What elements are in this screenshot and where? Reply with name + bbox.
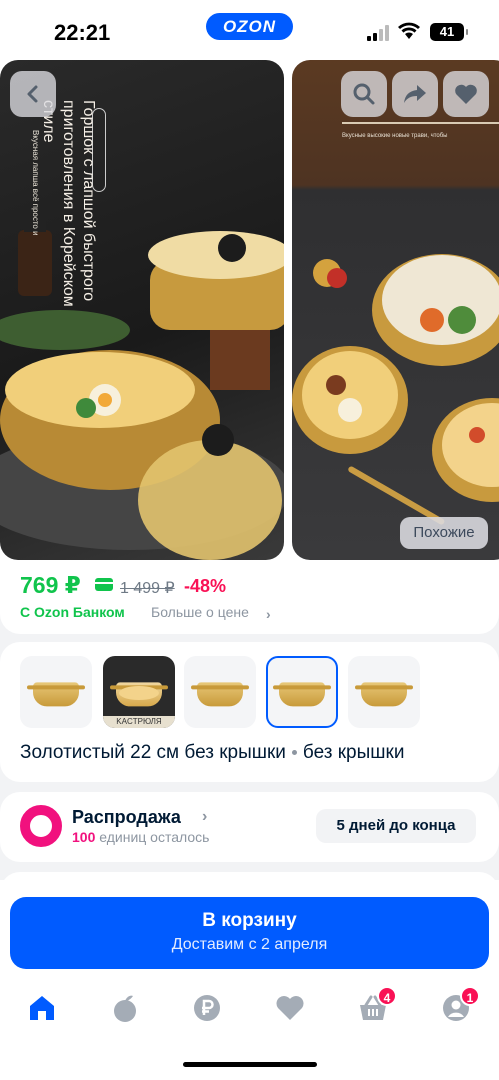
favorite-button[interactable] <box>443 71 489 117</box>
variant-thumb-selected[interactable] <box>266 656 338 728</box>
pot-image <box>273 682 331 707</box>
variant-title: Золотистый 22 см без крышки без крышки <box>20 742 404 764</box>
share-icon <box>404 85 426 103</box>
profile-count-badge: 1 <box>460 986 480 1006</box>
product-gallery[interactable]: Горшок с лапшой быстрого приготовления в… <box>0 58 499 562</box>
pot-image <box>191 682 249 707</box>
thumb-label: KACTPЮЛЯ <box>103 716 175 728</box>
tab-cart[interactable]: 4 <box>355 986 397 1026</box>
tab-profile[interactable]: 1 <box>438 986 480 1026</box>
noodle-image <box>119 686 159 701</box>
sale-card[interactable]: Распродажа › 100 единиц осталось 5 дней … <box>0 792 499 862</box>
product-image-second[interactable]: Вкусные высокие новые трави, чтобы Похож… <box>292 60 499 560</box>
delivery-date: Доставим с 2 апреля <box>171 936 328 953</box>
chevron-left-icon <box>27 85 38 103</box>
tab-fresh[interactable] <box>107 990 143 1026</box>
variant-thumb-3[interactable] <box>184 656 256 728</box>
variant-name: Золотистый 22 см без крышки <box>20 742 286 763</box>
pot-image <box>355 682 413 707</box>
similar-button[interactable]: Похожие <box>400 517 488 549</box>
price-current: 769 ₽ <box>20 572 81 598</box>
sale-timer-badge: 5 дней до конца <box>316 809 476 843</box>
ruble-icon <box>194 995 220 1021</box>
add-to-cart-button[interactable]: В корзину Доставим с 2 апреля <box>10 897 489 969</box>
tab-favorites[interactable] <box>272 990 308 1026</box>
fresh-icon <box>114 995 136 1022</box>
sale-count: 100 <box>72 829 96 845</box>
status-time: 22:21 <box>54 20 111 45</box>
pot-image <box>27 682 85 707</box>
battery-indicator: 41 <box>430 23 468 41</box>
search-button[interactable] <box>341 71 387 117</box>
variant-thumb-1[interactable] <box>20 656 92 728</box>
ozon-card-icon <box>95 578 113 591</box>
share-button[interactable] <box>392 71 438 117</box>
signal-icon <box>367 25 389 41</box>
price-old: 1 499 ₽ <box>120 580 175 597</box>
price-card: 769 ₽ 1 499 ₽ -48% С Ozon Банком Больше … <box>0 562 499 634</box>
variant-thumb-2[interactable]: KACTPЮЛЯ <box>103 656 175 728</box>
sale-title: Распродажа <box>72 807 181 827</box>
variant-thumb-5[interactable] <box>348 656 420 728</box>
sale-remaining: 100 единиц осталось <box>72 829 209 845</box>
wifi-icon <box>398 22 420 39</box>
product-photo-bowls <box>292 254 499 525</box>
status-bar: 22:21 OZON 41 <box>0 0 499 58</box>
image-title: Горшок с лапшой быстрого приготовления в… <box>40 100 97 307</box>
image-note: Вкусная лапша всё просто и <box>31 130 40 236</box>
back-button[interactable] <box>10 71 56 117</box>
home-icon <box>30 996 54 1020</box>
search-icon <box>353 83 375 105</box>
chevron-right-icon: › <box>266 606 271 622</box>
bottom-tab-bar: 4 1 <box>0 980 499 1040</box>
tab-home[interactable] <box>24 990 60 1026</box>
more-about-price-link[interactable]: Больше о цене <box>151 604 249 620</box>
chevron-right-icon: › <box>202 808 208 825</box>
discount-badge: -48% <box>184 576 227 596</box>
home-indicator <box>183 1062 317 1067</box>
cart-button-label: В корзину <box>202 910 297 931</box>
cart-count-badge: 4 <box>377 986 397 1006</box>
tab-finance[interactable] <box>189 990 225 1026</box>
variant-option: без крышки <box>302 742 405 763</box>
product-image-main[interactable]: Горшок с лапшой быстрого приготовления в… <box>0 60 284 560</box>
variants-card: KACTPЮЛЯ Золотистый 22 см без крышки без … <box>0 642 499 782</box>
ozon-logo[interactable]: OZON <box>206 13 293 40</box>
sale-ring-icon <box>20 805 62 847</box>
heart-icon <box>455 84 477 104</box>
ozon-bank-link[interactable]: С Ozon Банком <box>20 604 125 620</box>
separator-dot <box>291 750 297 756</box>
sale-count-suffix: единиц осталось <box>99 829 210 845</box>
heart-icon <box>276 996 304 1020</box>
